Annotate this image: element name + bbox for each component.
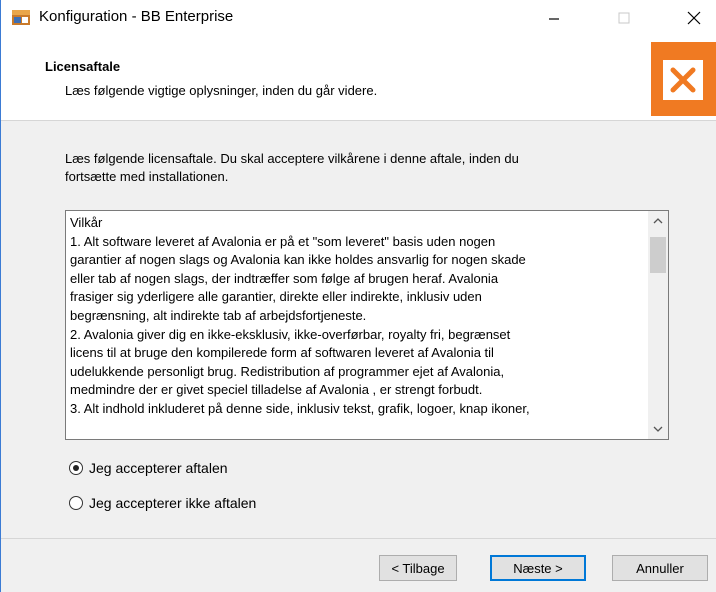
back-button[interactable]: < Tilbage	[379, 555, 457, 581]
license-line: garantier af nogen slags og Avalonia kan…	[70, 252, 526, 268]
title-bar[interactable]: Konfiguration - BB Enterprise	[1, 0, 716, 36]
chevron-up-icon	[653, 218, 663, 224]
license-line: begrænsning, alt indirekte tab af arbejd…	[70, 307, 367, 323]
license-line: 2. Avalonia giver dig en ikke-eksklusiv,…	[70, 326, 511, 342]
license-text: Vilkår 1. Alt software leveret af Avalon…	[70, 214, 646, 438]
accept-label[interactable]: Jeg accepterer aftalen	[89, 460, 228, 476]
close-button[interactable]	[671, 0, 716, 36]
minimize-button[interactable]	[531, 0, 577, 36]
license-textbox[interactable]: Vilkår 1. Alt software leveret af Avalon…	[65, 210, 669, 440]
accept-radio[interactable]	[69, 461, 83, 475]
license-line: 3. Alt indhold inkluderet på denne side,…	[70, 400, 530, 416]
next-button[interactable]: Næste >	[490, 555, 586, 581]
intro-text: Læs følgende licensaftale. Du skal accep…	[65, 150, 645, 186]
license-line: medmindre der er givet speciel tilladels…	[70, 382, 483, 398]
chevron-down-icon	[653, 426, 663, 432]
license-line: frasiger sig yderligere alle garantier, …	[70, 289, 482, 305]
x-logo-icon	[670, 67, 696, 93]
decline-label[interactable]: Jeg accepterer ikke aftalen	[89, 495, 256, 511]
installer-window: Konfiguration - BB Enterprise Licensafta…	[0, 0, 716, 592]
logo-mark	[663, 60, 703, 100]
intro-line: Læs følgende licensaftale. Du skal accep…	[65, 151, 519, 166]
brand-logo	[651, 42, 716, 116]
license-line: udelukkende personligt brug. Redistribut…	[70, 363, 505, 379]
maximize-button[interactable]	[601, 0, 647, 36]
maximize-icon	[618, 12, 630, 24]
scroll-down-button[interactable]	[648, 419, 668, 439]
app-icon	[12, 10, 30, 25]
footer-divider	[1, 538, 716, 539]
scroll-up-button[interactable]	[648, 211, 668, 231]
window-title: Konfiguration - BB Enterprise	[39, 8, 234, 25]
license-line: Vilkår	[70, 215, 103, 230]
page-subtitle: Læs følgende vigtige oplysninger, inden …	[65, 83, 378, 98]
accept-option[interactable]: Jeg accepterer aftalen	[69, 460, 228, 476]
intro-line: fortsætte med installationen.	[65, 169, 229, 184]
page-title: Licensaftale	[45, 59, 121, 74]
vertical-scrollbar[interactable]	[648, 211, 668, 439]
wizard-header: Licensaftale Læs følgende vigtige oplysn…	[1, 36, 716, 121]
decline-radio[interactable]	[69, 496, 83, 510]
cancel-button[interactable]: Annuller	[612, 555, 708, 581]
close-icon	[687, 11, 701, 25]
decline-option[interactable]: Jeg accepterer ikke aftalen	[69, 495, 256, 511]
minimize-icon	[549, 18, 559, 20]
scroll-thumb[interactable]	[650, 237, 666, 273]
license-line: 1. Alt software leveret af Avalonia er p…	[70, 233, 496, 249]
license-line: licens til at bruge den kompilerede form…	[70, 345, 494, 361]
license-line: eller tab af nogen slags, der indtræffer…	[70, 270, 499, 286]
